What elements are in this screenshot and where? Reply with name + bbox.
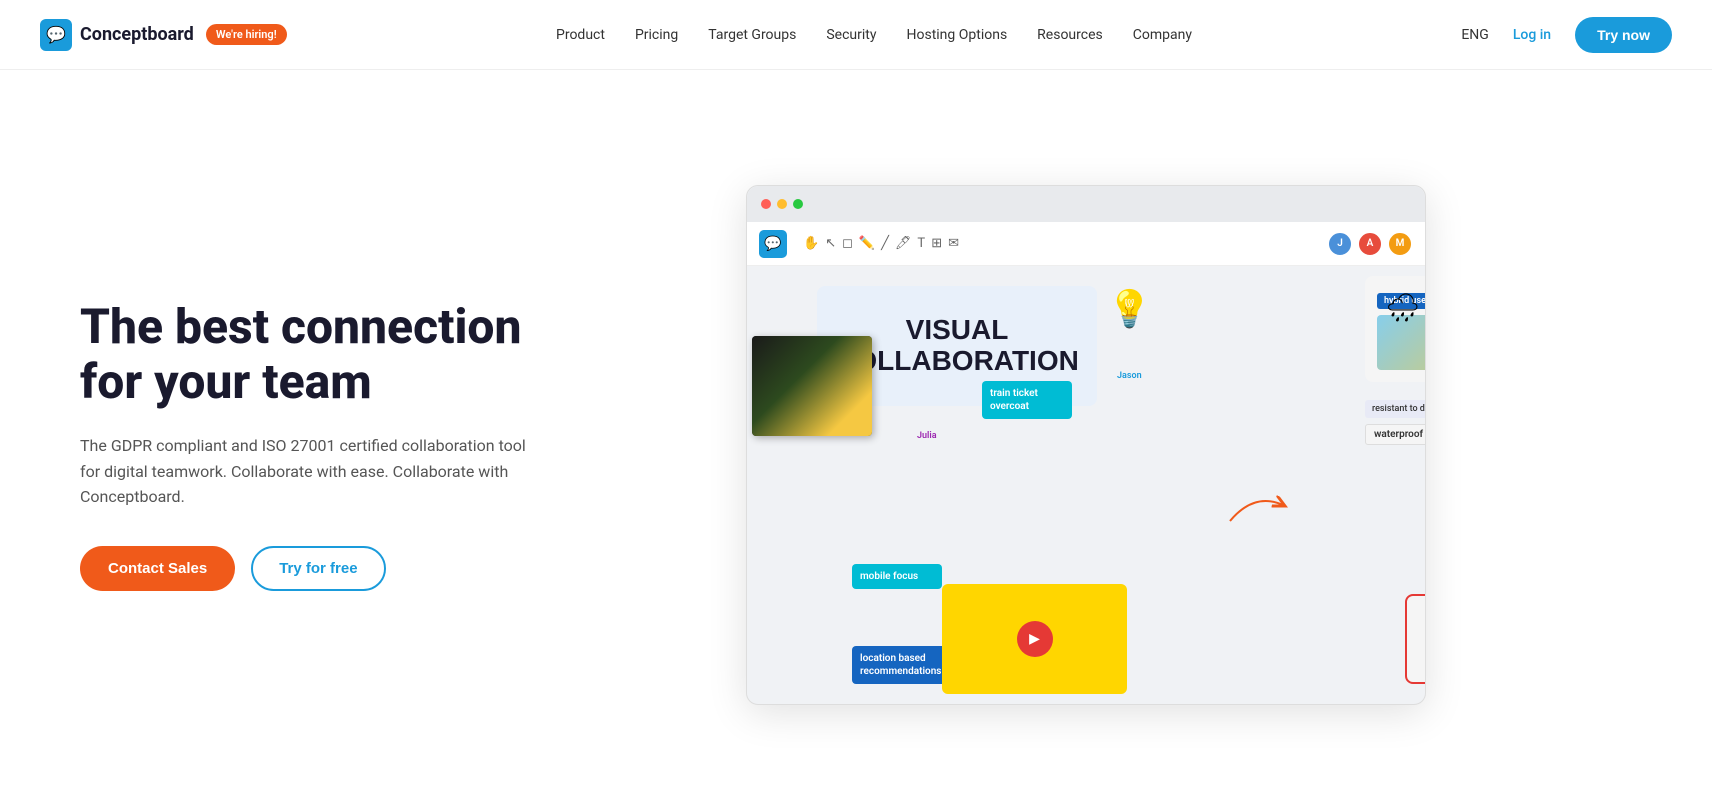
table-tool-icon[interactable]: ⊞ (931, 236, 942, 251)
resistant-badge: resistant to dust (1365, 400, 1425, 418)
logo-icon: 💬 (40, 19, 72, 51)
try-now-button[interactable]: Try now (1575, 17, 1672, 53)
nav-link-pricing[interactable]: Pricing (623, 19, 690, 51)
nav-link-target-groups[interactable]: Target Groups (696, 19, 808, 51)
photo-inner (752, 336, 872, 436)
hiring-badge[interactable]: We're hiring! (206, 24, 287, 45)
toolbar-avatars: J A M (1327, 231, 1413, 257)
gps-card: GPS walking stick (1405, 594, 1425, 684)
logo-link[interactable]: 💬 Conceptboard (40, 19, 194, 51)
select-tool-icon[interactable]: ↖ (825, 236, 836, 251)
toolbar-icons: ✋ ↖ ◻ ✏️ ╱ 🖊 T ⊞ ✉ (803, 236, 1319, 251)
hero-buttons: Contact Sales Try for free (80, 546, 540, 591)
board-titlebar (747, 186, 1425, 222)
arrow-to-right (1225, 481, 1295, 531)
play-button-icon[interactable]: ▶ (1017, 621, 1053, 657)
erase-tool-icon[interactable]: ◻ (842, 236, 853, 251)
cursor-julia-label: Julia (917, 431, 937, 441)
nav-link-resources[interactable]: Resources (1025, 19, 1115, 51)
lightbulb-icon: 💡 (1107, 288, 1152, 330)
try-for-free-button[interactable]: Try for free (251, 546, 385, 591)
nav-link-company[interactable]: Company (1121, 19, 1204, 51)
nav-left: 💬 Conceptboard We're hiring! (40, 19, 287, 51)
dust-waterproof-section: resistant to dust waterproof (1365, 390, 1425, 447)
navbar: 💬 Conceptboard We're hiring! Product Pri… (0, 0, 1712, 70)
mobile-focus-sticky: mobile focus (852, 564, 942, 589)
cursor-jason-label: Jason (1117, 371, 1142, 381)
marker-tool-icon[interactable]: 🖊 (895, 236, 912, 251)
hero-right: 💬 ✋ ↖ ◻ ✏️ ╱ 🖊 T ⊞ ✉ J A M (540, 185, 1632, 705)
avatar-1: J (1327, 231, 1353, 257)
yellow-video-panel: ▶ (942, 584, 1127, 694)
logo-text: Conceptboard (80, 24, 194, 45)
nav-link-hosting[interactable]: Hosting Options (895, 19, 1020, 51)
nav-link-security[interactable]: Security (814, 19, 888, 51)
board-toolbar: 💬 ✋ ↖ ◻ ✏️ ╱ 🖊 T ⊞ ✉ J A M (747, 222, 1425, 266)
nav-link-product[interactable]: Product (544, 19, 617, 51)
hero-description: The GDPR compliant and ISO 27001 certifi… (80, 433, 540, 510)
hand-tool-icon[interactable]: ✋ (803, 236, 819, 251)
shape-tool-icon[interactable]: ✉ (948, 236, 959, 251)
close-dot (761, 199, 771, 209)
train-ticket-sticky: train ticket overcoat (982, 381, 1072, 419)
waterproof-badge: waterproof (1365, 424, 1425, 445)
pen-tool-icon[interactable]: ✏️ (859, 236, 875, 251)
line-tool-icon[interactable]: ╱ (881, 236, 889, 251)
board-logo-icon: 💬 (759, 230, 787, 258)
minimize-dot (777, 199, 787, 209)
login-button[interactable]: Log in (1501, 19, 1563, 51)
maximize-dot (793, 199, 803, 209)
hero-title: The best connection for your team (80, 299, 540, 409)
photo-card: Jane (752, 336, 872, 436)
avatar-2: A (1357, 231, 1383, 257)
avatar-3: M (1387, 231, 1413, 257)
contact-sales-button[interactable]: Contact Sales (80, 546, 235, 591)
board-canvas: VISUALCOLLABORATION 💡 Jane Julia Jason t… (747, 266, 1425, 704)
text-tool-icon[interactable]: T (917, 236, 925, 251)
nav-right: ENG Log in Try now (1461, 17, 1672, 53)
hero-section: The best connection for your team The GD… (0, 70, 1712, 800)
nav-links: Product Pricing Target Groups Security H… (544, 19, 1204, 51)
location-based-sticky: location based recommendations (852, 646, 947, 684)
board-mockup: 💬 ✋ ↖ ◻ ✏️ ╱ 🖊 T ⊞ ✉ J A M (746, 185, 1426, 705)
cloud-icon: 🌧 (1385, 291, 1421, 324)
hero-left: The best connection for your team The GD… (80, 299, 540, 591)
language-selector[interactable]: ENG (1461, 27, 1488, 43)
